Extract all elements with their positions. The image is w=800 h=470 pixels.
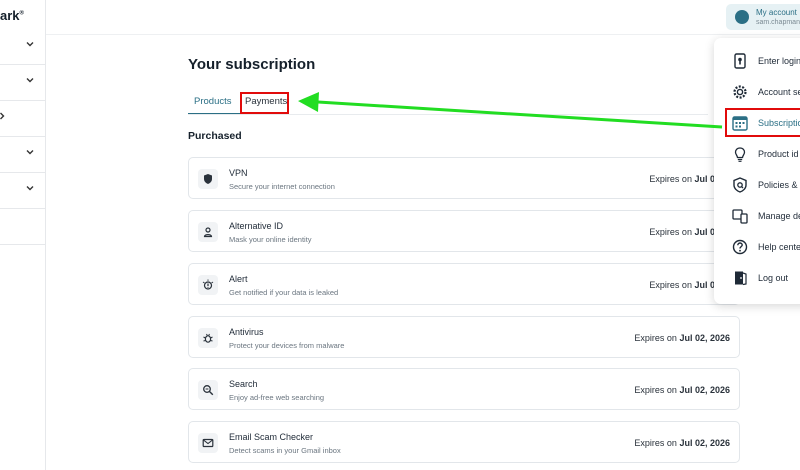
product-expiry: Expires on Jul 02, 2026 <box>634 385 730 395</box>
chevron-down-icon <box>26 186 34 191</box>
product-card-vpn[interactable]: VPN Secure your internet connection Expi… <box>188 157 740 199</box>
person-icon <box>203 227 213 238</box>
product-name: Alternative ID <box>229 221 284 231</box>
sidebar-item-3[interactable] <box>0 100 45 137</box>
product-name: Alert <box>229 274 248 284</box>
sidebar-item-1[interactable] <box>0 28 45 65</box>
account-button[interactable]: My account sam.chapman <box>726 4 800 30</box>
product-expiry: Expires on Jul 02, 2026 <box>634 438 730 448</box>
chevron-down-icon <box>26 150 34 155</box>
product-card-alert[interactable]: Alert Get notified if your data is leake… <box>188 263 740 305</box>
logout-icon <box>735 271 747 286</box>
chevron-right-icon <box>0 112 5 120</box>
product-card-alternative-id[interactable]: Alternative ID Mask your online identity… <box>188 210 740 252</box>
product-expiry: Expires on Jul 02, 2026 <box>634 333 730 343</box>
search-icon <box>203 385 214 396</box>
product-name: Email Scam Checker <box>229 432 314 442</box>
section-title: Purchased <box>188 130 242 142</box>
avatar-icon <box>735 10 749 24</box>
alert-icon <box>202 279 214 290</box>
menu-item-log-out[interactable]: Log out <box>714 263 800 293</box>
menu-item-policies[interactable]: Policies & <box>714 170 800 200</box>
lightbulb-icon <box>734 147 746 162</box>
product-icon-box <box>198 328 218 348</box>
product-card-email-scam-checker[interactable]: Email Scam Checker Detect scams in your … <box>188 421 740 463</box>
account-email: sam.chapman <box>756 19 800 26</box>
page-title: Your subscription <box>188 56 316 73</box>
chevron-down-icon <box>26 78 34 83</box>
product-desc: Secure your internet connection <box>229 182 335 191</box>
product-name: Search <box>229 379 258 389</box>
mail-icon <box>202 438 214 448</box>
menu-item-label: Product id <box>758 149 799 159</box>
product-icon-box <box>198 275 218 295</box>
menu-item-manage-devices[interactable]: Manage de <box>714 201 800 231</box>
payments-highlight-box <box>240 92 289 114</box>
product-icon-box <box>198 380 218 400</box>
product-name: Antivirus <box>229 327 264 337</box>
account-dropdown-menu: Enter login Account se Subscriptio Produ… <box>714 38 800 304</box>
product-icon-box <box>198 433 218 453</box>
product-desc: Get notified if your data is leaked <box>229 288 339 297</box>
product-card-antivirus[interactable]: Antivirus Protect your devices from malw… <box>188 316 740 358</box>
brand-logo[interactable]: ark® <box>0 8 24 23</box>
product-desc: Protect your devices from malware <box>229 341 345 350</box>
sidebar: ark® <box>0 0 46 470</box>
sidebar-item-2[interactable] <box>0 64 45 101</box>
tabs-divider <box>188 114 708 115</box>
top-bar <box>46 0 800 35</box>
menu-item-label: Policies & <box>758 180 798 190</box>
product-desc: Enjoy ad-free web searching <box>229 393 325 402</box>
devices-icon <box>732 209 748 224</box>
bug-icon <box>203 333 213 343</box>
help-icon <box>732 239 748 255</box>
sidebar-item-4[interactable] <box>0 136 45 173</box>
account-label: My account <box>756 8 797 17</box>
chevron-down-icon <box>26 42 34 47</box>
menu-item-label: Account se <box>758 87 800 97</box>
tab-products[interactable]: Products <box>188 97 242 115</box>
menu-item-enter-login[interactable]: Enter login <box>714 46 800 76</box>
product-icon-box <box>198 222 218 242</box>
menu-item-account-settings[interactable]: Account se <box>714 77 800 107</box>
sidebar-item-6[interactable] <box>0 208 45 245</box>
product-desc: Detect scams in your Gmail inbox <box>229 446 341 455</box>
subscription-highlight-box <box>725 108 800 137</box>
menu-item-label: Enter login <box>758 56 800 66</box>
gear-icon <box>733 85 747 99</box>
menu-item-help-center[interactable]: Help cente <box>714 232 800 262</box>
sidebar-item-5[interactable] <box>0 172 45 209</box>
product-card-search[interactable]: Search Enjoy ad-free web searching Expir… <box>188 368 740 410</box>
menu-item-label: Log out <box>758 273 789 283</box>
key-icon <box>734 53 746 69</box>
menu-item-product-id[interactable]: Product id <box>714 139 800 169</box>
product-icon-box <box>198 169 218 189</box>
menu-item-label: Manage de <box>758 211 800 221</box>
product-name: VPN <box>229 168 248 178</box>
shield-icon <box>204 174 212 184</box>
privacy-shield-icon <box>733 177 747 193</box>
menu-item-label: Help cente <box>758 242 800 252</box>
product-desc: Mask your online identity <box>229 235 312 244</box>
